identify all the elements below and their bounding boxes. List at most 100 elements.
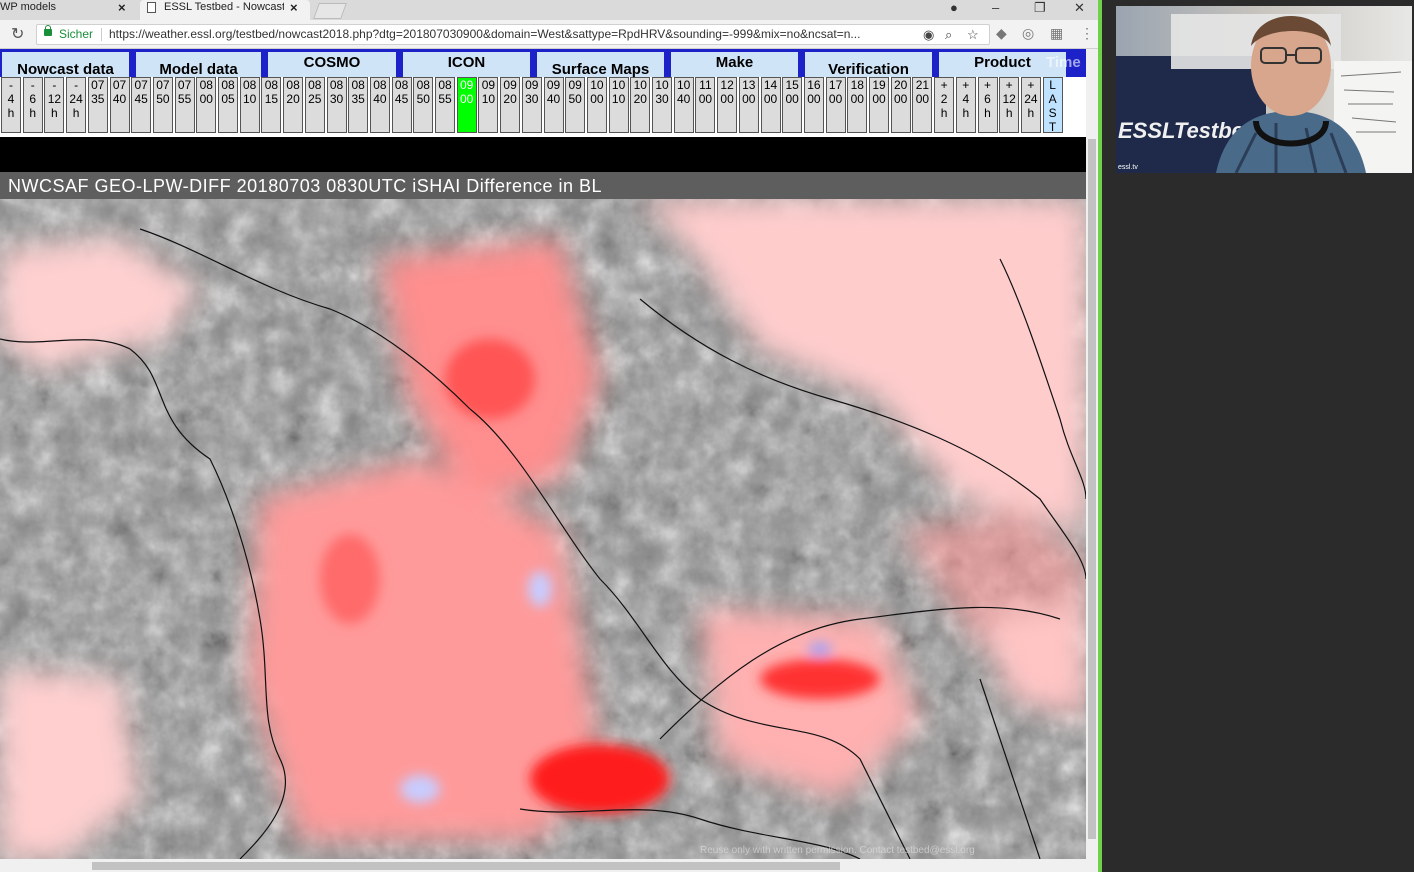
time-cell-last[interactable]: L A S T	[1042, 77, 1063, 133]
time-cell[interactable]: + 4 h	[955, 77, 976, 133]
time-cell[interactable]: 21 00	[912, 77, 933, 133]
page-content: Nowcast data Model data COSMO ICON Surfa…	[0, 49, 1086, 872]
time-cell[interactable]: 08 10	[239, 77, 260, 133]
webcam-video: ESSLTestbed essl.tv	[1116, 6, 1412, 173]
presenter-video-frame: ESSLTestbed	[1116, 6, 1412, 173]
menu-verification[interactable]: Verification	[805, 52, 932, 77]
time-cell[interactable]: + 12 h	[999, 77, 1020, 133]
tab-strip: WP models × ESSL Testbed - Nowcast × ● –…	[0, 0, 1098, 20]
time-cell[interactable]: 07 50	[152, 77, 173, 133]
page-vertical-scrollbar[interactable]	[1086, 49, 1098, 872]
bookmark-star-icon[interactable]: ☆	[967, 25, 979, 44]
tab-wp-models[interactable]: WP models ×	[0, 0, 137, 20]
time-cell[interactable]: 08 35	[348, 77, 369, 133]
browser-menu-icon[interactable]: ⋮	[1080, 25, 1094, 42]
menu-make[interactable]: Make	[671, 52, 798, 77]
time-cell[interactable]: 08 15	[261, 77, 282, 133]
time-cell[interactable]: 08 55	[435, 77, 455, 133]
time-cell[interactable]: + 6 h	[977, 77, 998, 133]
time-cell[interactable]: 08 00	[196, 77, 217, 133]
extension-icon[interactable]: ▦	[1050, 25, 1063, 42]
time-cell[interactable]: 13 00	[738, 77, 759, 133]
profile-icon[interactable]: ●	[950, 0, 958, 15]
close-icon[interactable]: ×	[118, 0, 126, 15]
new-tab-button[interactable]	[313, 3, 347, 19]
satellite-image	[0, 199, 1086, 859]
time-cell[interactable]: + 2 h	[934, 77, 955, 133]
time-cell[interactable]: 16 00	[803, 77, 824, 133]
testbed-navigation: Nowcast data Model data COSMO ICON Surfa…	[0, 49, 1086, 137]
menu-nowcast-data[interactable]: Nowcast data	[2, 52, 129, 77]
scrollbar-thumb[interactable]	[92, 862, 840, 870]
address-divider	[101, 28, 102, 41]
time-cell[interactable]: 07 40	[109, 77, 130, 133]
blocked-popup-icon[interactable]: ◉	[923, 25, 934, 44]
time-cell[interactable]: + 24 h	[1020, 77, 1041, 133]
menu-cosmo[interactable]: COSMO	[268, 52, 396, 77]
zoom-icon[interactable]: ⌕	[945, 25, 952, 44]
time-cell[interactable]: 10 00	[586, 77, 607, 133]
time-cell[interactable]: 09 20	[500, 77, 521, 133]
time-cell[interactable]: 08 30	[326, 77, 347, 133]
menu-time-overlay: Time	[1046, 54, 1081, 71]
time-cell[interactable]: 12 00	[717, 77, 738, 133]
time-cell[interactable]: - 24 h	[66, 77, 87, 133]
time-cell[interactable]: - 4 h	[1, 77, 21, 133]
time-cell[interactable]: 07 35	[87, 77, 108, 133]
time-cell[interactable]: 07 45	[131, 77, 152, 133]
time-cell[interactable]: 10 10	[608, 77, 629, 133]
time-cell[interactable]: 15 00	[782, 77, 803, 133]
time-cell[interactable]: - 6 h	[22, 77, 43, 133]
time-cell[interactable]: 08 45	[391, 77, 412, 133]
reload-icon[interactable]: ↻	[11, 24, 24, 44]
time-cell[interactable]: 18 00	[847, 77, 868, 133]
time-cell[interactable]: 09 50	[565, 77, 586, 133]
tab-label: ESSL Testbed - Nowcast	[164, 1, 284, 13]
map-copyright: Reuse only with written permission. Cont…	[700, 845, 975, 856]
time-cell[interactable]: 11 00	[695, 77, 716, 133]
time-cell[interactable]: 10 40	[673, 77, 694, 133]
document-icon	[147, 2, 156, 13]
time-cell[interactable]: 09 10	[478, 77, 499, 133]
time-cell[interactable]: 17 00	[825, 77, 846, 133]
menu-model-data[interactable]: Model data	[136, 52, 261, 77]
map-title: NWCSAF GEO-LPW-DIFF 20180703 0830UTC iSH…	[8, 176, 603, 196]
browser-toolbar: ↻ Sicher https://weather.essl.org/testbe…	[0, 20, 1098, 49]
time-cell[interactable]: 09 40	[543, 77, 564, 133]
menu-surface-maps[interactable]: Surface Maps	[537, 52, 664, 77]
tab-essl-testbed[interactable]: ESSL Testbed - Nowcast ×	[140, 0, 310, 20]
time-cell[interactable]: 07 55	[174, 77, 195, 133]
video-label: essl.tv	[1118, 164, 1138, 171]
url-text[interactable]: https://weather.essl.org/testbed/nowcast…	[109, 25, 909, 44]
time-cell[interactable]: 08 40	[369, 77, 390, 133]
time-cell[interactable]: 08 50	[413, 77, 434, 133]
extension-icon[interactable]: ◎	[1022, 25, 1034, 42]
time-cell[interactable]: 08 20	[283, 77, 304, 133]
time-cell[interactable]: 09 00	[456, 77, 477, 133]
page-horizontal-scrollbar[interactable]	[0, 859, 1086, 872]
extension-icon[interactable]: ◆	[996, 25, 1007, 42]
time-cell[interactable]: 08 25	[304, 77, 325, 133]
time-cell[interactable]: 20 00	[890, 77, 911, 133]
window-close-icon[interactable]: ✕	[1074, 0, 1085, 16]
lock-icon	[44, 25, 52, 36]
time-cell[interactable]: 10 30	[652, 77, 672, 133]
tab-label: WP models	[0, 1, 57, 13]
time-cell[interactable]: 14 00	[760, 77, 781, 133]
time-cell[interactable]: 09 30	[521, 77, 542, 133]
minimize-icon[interactable]: –	[992, 0, 999, 15]
time-cell[interactable]: 10 20	[630, 77, 651, 133]
satellite-map-panel: NWCSAF GEO-LPW-DIFF 20180703 0830UTC iSH…	[0, 172, 1086, 859]
time-cell[interactable]: 08 05	[218, 77, 238, 133]
secure-label: Sicher	[59, 27, 94, 41]
browser-window: WP models × ESSL Testbed - Nowcast × ● –…	[0, 0, 1098, 872]
menu-icon[interactable]: ICON	[403, 52, 530, 77]
scrollbar-thumb[interactable]	[1088, 139, 1096, 839]
shared-screen-indicator	[1098, 0, 1102, 872]
time-cell[interactable]: - 12 h	[44, 77, 65, 133]
menu-row: Nowcast data Model data COSMO ICON Surfa…	[0, 49, 1086, 77]
address-bar[interactable]: Sicher https://weather.essl.org/testbed/…	[36, 24, 990, 45]
time-cell[interactable]: 19 00	[869, 77, 889, 133]
close-icon[interactable]: ×	[290, 0, 298, 15]
restore-icon[interactable]: ❐	[1034, 0, 1046, 16]
